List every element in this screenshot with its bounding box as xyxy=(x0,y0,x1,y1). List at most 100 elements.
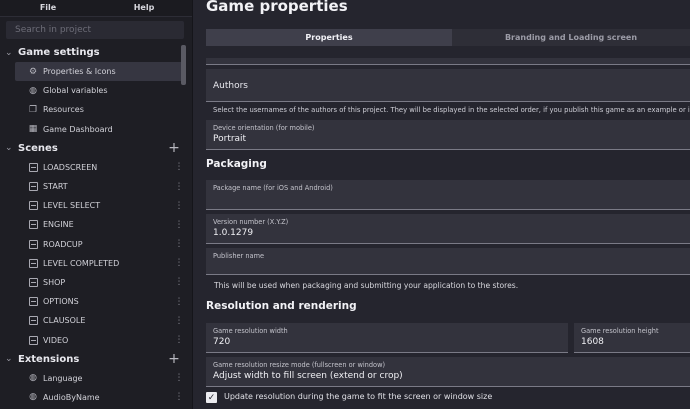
scene-label: ENGINE xyxy=(43,220,74,230)
sidebar-item-language[interactable]: ◍ Language ⋮ xyxy=(15,369,184,388)
search-input[interactable] xyxy=(15,25,165,35)
field-value: 720 xyxy=(213,337,231,347)
field-label: Version number (X.Y.Z) xyxy=(213,218,289,226)
scene-item[interactable]: LOADSCREEN ⋮ xyxy=(15,158,184,177)
gear-icon: ⚙ xyxy=(28,66,38,77)
help-menu[interactable]: Help xyxy=(96,0,192,16)
scene-item[interactable]: ROADCUP ⋮ xyxy=(15,235,184,254)
scene-item[interactable]: LEVEL SELECT ⋮ xyxy=(15,196,184,215)
more-options-icon[interactable]: ⋮ xyxy=(174,182,184,192)
scene-label: LEVEL SELECT xyxy=(43,201,101,211)
packaging-heading: Packaging xyxy=(206,158,267,170)
resolution-width-input[interactable]: Game resolution width 720 xyxy=(206,323,568,353)
section-title: Scenes xyxy=(18,142,58,154)
scene-item[interactable]: ENGINE ⋮ xyxy=(15,215,184,234)
file-menu[interactable]: File xyxy=(0,0,96,16)
sidebar-item-game-dashboard[interactable]: ▦ Game Dashboard xyxy=(15,120,184,139)
game-properties-panel: Game properties Properties Branding and … xyxy=(193,0,690,409)
more-options-icon[interactable]: ⋮ xyxy=(174,258,184,268)
field-label: Device orientation (for mobile) xyxy=(213,124,315,132)
scenes-header[interactable]: ⌄ Scenes + xyxy=(0,139,192,158)
device-orientation-select[interactable]: Device orientation (for mobile) Portrait xyxy=(206,120,690,150)
field-label: Game resolution width xyxy=(213,327,288,335)
sidebar-item-global-variables[interactable]: ◍ Global variables xyxy=(15,81,184,100)
item-label: Global variables xyxy=(43,86,108,96)
more-options-icon[interactable]: ⋮ xyxy=(174,277,184,287)
field-label: Game resolution resize mode (fullscreen … xyxy=(213,361,386,369)
more-options-icon[interactable]: ⋮ xyxy=(174,162,184,172)
scene-list: LOADSCREEN ⋮ START ⋮ LEVEL SELECT ⋮ ENGINE ⋮ ROA… xyxy=(0,158,192,350)
add-extension-icon[interactable]: + xyxy=(164,352,184,366)
game-settings-header[interactable]: ⌄ Game settings xyxy=(0,43,192,62)
collapsed-field[interactable] xyxy=(206,58,690,65)
field-value: Adjust width to fill screen (extend or c… xyxy=(213,371,403,381)
scene-label: OPTIONS xyxy=(43,297,79,307)
more-options-icon[interactable]: ⋮ xyxy=(174,392,184,402)
update-resolution-checkbox[interactable]: ✓ xyxy=(206,392,217,403)
sidebar-item-audiobyname[interactable]: ◍ AudioByName ⋮ xyxy=(15,388,184,407)
resolution-heading: Resolution and rendering xyxy=(206,300,357,312)
search-box[interactable] xyxy=(6,21,184,39)
section-title: Extensions xyxy=(18,353,80,365)
scene-icon xyxy=(28,277,38,287)
chevron-down-icon: ⌄ xyxy=(5,143,13,154)
field-label: Package name (for iOS and Android) xyxy=(213,184,333,192)
extension-icon: ◍ xyxy=(29,392,37,403)
field-value: 1.0.1279 xyxy=(213,228,254,238)
more-options-icon[interactable]: ⋮ xyxy=(174,373,184,383)
more-options-icon[interactable]: ⋮ xyxy=(174,220,184,230)
add-scene-icon[interactable]: + xyxy=(164,141,184,155)
project-sidebar: File Help ⌄ Game settings ⚙ Properties &… xyxy=(0,0,192,409)
scene-label: VIDEO xyxy=(43,335,69,345)
extensions-header[interactable]: ⌄ Extensions + xyxy=(0,350,192,369)
chevron-down-icon: ⌄ xyxy=(5,47,13,58)
scene-icon xyxy=(28,258,38,268)
field-label: Publisher name xyxy=(213,252,265,260)
resize-mode-select[interactable]: Game resolution resize mode (fullscreen … xyxy=(206,357,690,387)
section-title: Game settings xyxy=(18,47,100,58)
more-options-icon[interactable]: ⋮ xyxy=(174,239,184,249)
scene-item[interactable]: START ⋮ xyxy=(15,177,184,196)
item-label: AudioByName xyxy=(43,392,100,402)
more-options-icon[interactable]: ⋮ xyxy=(174,297,184,307)
globe-icon: ◍ xyxy=(29,85,37,96)
version-number-input[interactable]: Version number (X.Y.Z) 1.0.1279 xyxy=(206,214,690,244)
item-label: Game Dashboard xyxy=(43,124,113,134)
authors-field[interactable]: Authors xyxy=(206,69,690,102)
check-icon: ✓ xyxy=(207,392,216,403)
scene-label: START xyxy=(43,182,68,192)
tab-properties[interactable]: Properties xyxy=(206,29,452,46)
sidebar-item-properties-icons[interactable]: ⚙ Properties & Icons xyxy=(15,62,184,82)
package-name-input[interactable]: Package name (for iOS and Android) xyxy=(206,180,690,210)
field-label: Game resolution height xyxy=(581,327,659,335)
sidebar-item-resources[interactable]: ❐ Resources xyxy=(15,100,184,119)
resolution-height-input[interactable]: Game resolution height 1608 xyxy=(574,323,690,353)
scene-item[interactable]: LEVEL COMPLETED ⋮ xyxy=(15,254,184,273)
scene-icon xyxy=(28,201,38,211)
scene-item[interactable]: CLAUSOLE ⋮ xyxy=(15,311,184,330)
item-label: Language xyxy=(43,373,83,383)
authors-helper-text: Select the usernames of the authors of t… xyxy=(213,106,690,114)
chevron-down-icon: ⌄ xyxy=(5,354,13,365)
scene-icon xyxy=(28,220,38,230)
publisher-name-input[interactable]: Publisher name xyxy=(206,248,690,275)
scene-item[interactable]: OPTIONS ⋮ xyxy=(15,292,184,311)
tab-bar: Properties Branding and Loading screen xyxy=(206,29,690,46)
scene-item[interactable]: SHOP ⋮ xyxy=(15,273,184,292)
more-options-icon[interactable]: ⋮ xyxy=(174,335,184,345)
scene-label: ROADCUP xyxy=(43,239,83,249)
more-options-icon[interactable]: ⋮ xyxy=(174,316,184,326)
scene-label: SHOP xyxy=(43,277,66,287)
scene-label: LEVEL COMPLETED xyxy=(43,258,120,268)
sidebar-scrollbar[interactable] xyxy=(181,45,186,85)
resources-icon: ❐ xyxy=(28,104,38,115)
scene-item[interactable]: VIDEO ⋮ xyxy=(15,330,184,349)
field-value: 1608 xyxy=(581,337,604,347)
page-title: Game properties xyxy=(206,0,348,15)
menu-bar: File Help xyxy=(0,0,192,17)
item-label: Properties & Icons xyxy=(43,67,116,77)
scene-icon xyxy=(28,335,38,345)
more-options-icon[interactable]: ⋮ xyxy=(174,201,184,211)
tab-branding-loading-screen[interactable]: Branding and Loading screen xyxy=(452,29,690,46)
scene-icon xyxy=(28,316,38,326)
